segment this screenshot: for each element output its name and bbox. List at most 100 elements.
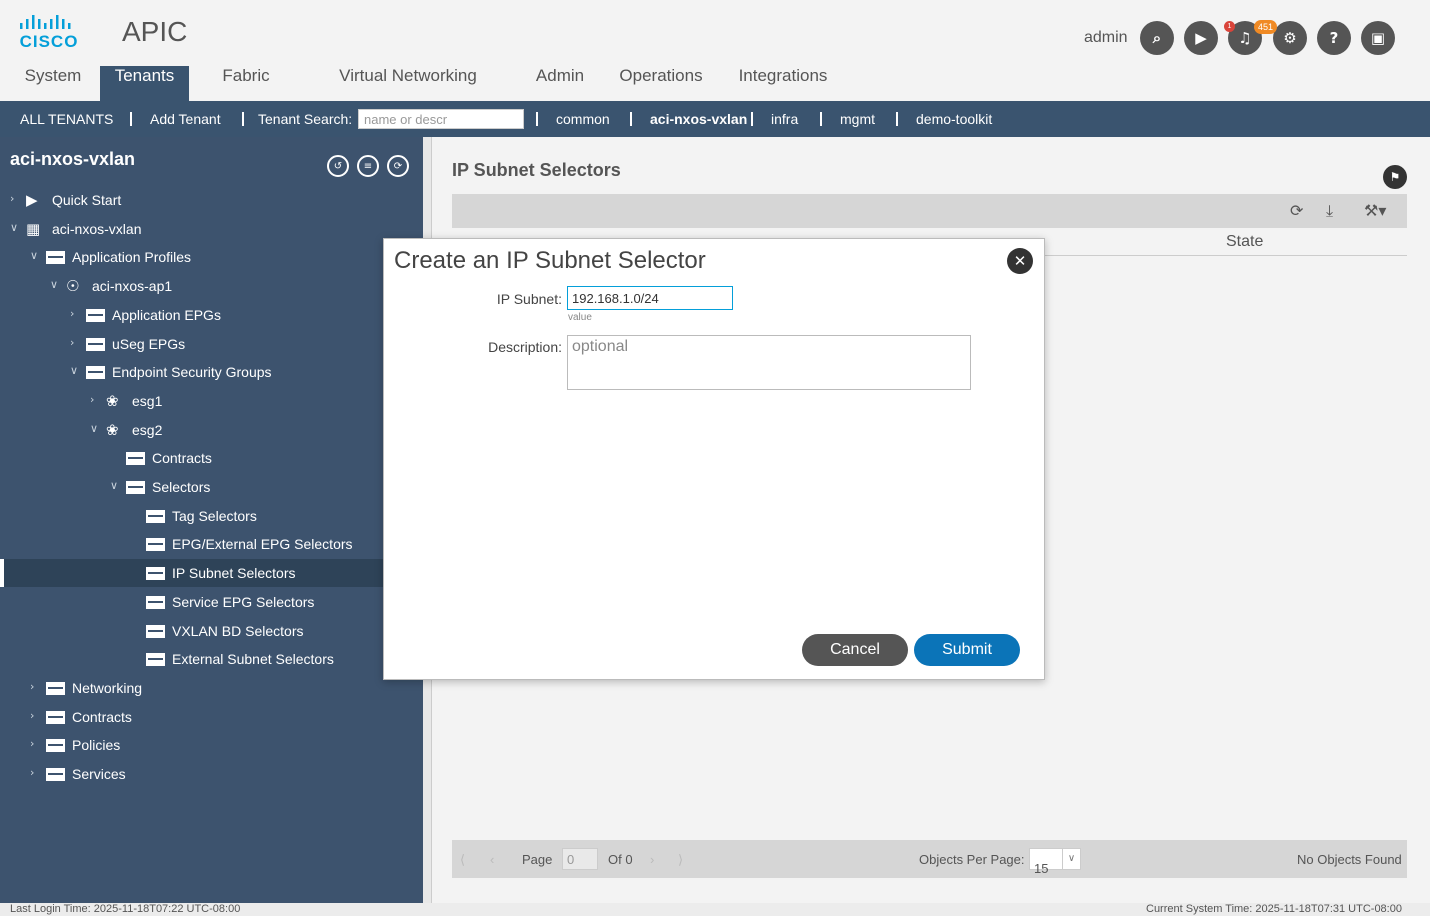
app-title: APIC [122, 16, 188, 47]
screen-icon[interactable]: ▣ [1361, 21, 1395, 55]
tree-item[interactable]: ∨ Application Profiles [0, 243, 383, 271]
tab-admin[interactable]: Admin [520, 66, 600, 101]
tree-item[interactable]: ∨ Endpoint Security Groups [0, 358, 383, 386]
tree-item-label: Endpoint Security Groups [112, 364, 272, 381]
divider [242, 112, 244, 126]
tab-virtual-networking[interactable]: Virtual Networking [318, 66, 498, 101]
tree-item[interactable]: › Services [0, 760, 383, 788]
divider [630, 112, 632, 126]
submit-button[interactable]: Submit [914, 634, 1020, 666]
tree-item[interactable]: ∨ ☉ aci-nxos-ap1 [0, 272, 383, 300]
column-header-state[interactable]: State [1226, 233, 1263, 251]
divider [130, 112, 132, 126]
last-login-time: Last Login Time: 2025-11-18T07:22 UTC-08… [10, 903, 241, 915]
chevron-down-icon[interactable]: ∨ [30, 249, 38, 262]
divider [536, 112, 538, 126]
chevron-right-icon[interactable]: › [30, 680, 34, 693]
next-page-icon[interactable]: › [650, 852, 654, 867]
chevron-right-icon[interactable]: › [30, 709, 34, 722]
create-ip-subnet-selector-dialog: Create an IP Subnet Selector ✕ IP Subnet… [383, 238, 1045, 680]
add-tenant-link[interactable]: Add Tenant [150, 111, 221, 127]
tree-item-label: esg1 [132, 392, 163, 409]
chevron-down-icon[interactable]: ∨ [90, 422, 98, 435]
tenant-link-infra[interactable]: infra [771, 111, 798, 127]
help-icon[interactable]: ? [1317, 21, 1351, 55]
tree-item-label: IP Subnet Selectors [172, 565, 296, 582]
cisco-logo[interactable]: CISCO [18, 14, 80, 52]
tenant-link-demo-toolkit[interactable]: demo-toolkit [916, 111, 992, 127]
tree-item[interactable]: ∨ Selectors [0, 473, 383, 501]
tree-item[interactable]: ∨ ▦ aci-nxos-vxlan [0, 215, 383, 243]
tree-item[interactable]: IP Subnet Selectors [0, 559, 383, 588]
announcement-icon[interactable]: ▶ [1184, 21, 1218, 55]
tenant-link-aci-nxos-vxlan[interactable]: aci-nxos-vxlan [650, 111, 747, 127]
ip-subnet-input[interactable]: 192.168.1.0/24 [567, 286, 733, 310]
settings-icon[interactable]: ⚙ [1273, 21, 1307, 55]
sidebar-history-icon[interactable]: ↺ [327, 155, 349, 177]
bookmark-icon[interactable]: ⚑ [1383, 165, 1407, 189]
chevron-down-icon[interactable]: ∨ [50, 278, 58, 291]
tree-item[interactable]: External Subnet Selectors [0, 645, 383, 673]
tenant-link-common[interactable]: common [556, 111, 610, 127]
chevron-right-icon[interactable]: › [10, 192, 14, 205]
chevron-down-icon[interactable]: ∨ [70, 364, 78, 377]
tree-item[interactable]: ∨ ❀ esg2 [0, 416, 383, 444]
tree-item[interactable]: › Application EPGs [0, 301, 383, 329]
sidebar-refresh-icon[interactable]: ⟳ [387, 155, 409, 177]
tab-operations[interactable]: Operations [608, 66, 714, 101]
description-textarea[interactable]: optional [567, 335, 971, 390]
prev-page-icon[interactable]: ‹ [490, 852, 494, 867]
tools-icon[interactable]: ⚒▾ [1364, 201, 1386, 220]
sidebar-list-icon[interactable]: ≡ [357, 155, 379, 177]
chevron-right-icon[interactable]: › [90, 393, 94, 406]
tree-item[interactable]: EPG/External EPG Selectors [0, 530, 383, 558]
tree-item[interactable]: Contracts [0, 444, 383, 472]
tree-item-label: Application EPGs [112, 306, 221, 323]
current-system-time: Current System Time: 2025-11-18T07:31 UT… [1146, 903, 1402, 915]
user-name[interactable]: admin [1084, 29, 1128, 47]
refresh-icon[interactable]: ⟳ [1290, 201, 1303, 220]
tree-item[interactable]: Service EPG Selectors [0, 588, 383, 616]
tree-item[interactable]: › Networking [0, 674, 383, 702]
tree-item[interactable]: › ❀ esg1 [0, 387, 383, 415]
last-page-icon[interactable]: ⟩ [678, 852, 683, 868]
download-icon[interactable]: ⤓ [1326, 201, 1333, 221]
close-icon[interactable]: ✕ [1007, 248, 1033, 274]
tree-item-label: VXLAN BD Selectors [172, 622, 304, 639]
folder-icon [146, 509, 165, 523]
first-page-icon[interactable]: ⟨ [460, 852, 465, 868]
chevron-down-icon[interactable]: ∨ [1062, 849, 1080, 869]
page-input[interactable]: 0 [562, 848, 598, 870]
chevron-right-icon[interactable]: › [30, 766, 34, 779]
chevron-right-icon[interactable]: › [30, 737, 34, 750]
per-page-select[interactable]: 15 ∨ [1029, 848, 1081, 876]
tab-system[interactable]: System [10, 66, 96, 101]
tree-item[interactable]: › Contracts [0, 703, 383, 731]
tree-item[interactable]: › ▶ Quick Start [0, 186, 383, 214]
tree-item[interactable]: Tag Selectors [0, 502, 383, 530]
tab-fabric[interactable]: Fabric [200, 66, 292, 101]
main-tabs: System Tenants Fabric Virtual Networking Adm… [0, 66, 1430, 101]
tenant-link-mgmt[interactable]: mgmt [840, 111, 875, 127]
divider [820, 112, 822, 126]
tab-tenants[interactable]: Tenants [100, 66, 189, 101]
chevron-down-icon[interactable]: ∨ [110, 479, 118, 492]
tab-integrations[interactable]: Integrations [724, 66, 842, 101]
tree-item[interactable]: › Policies [0, 731, 383, 759]
search-icon[interactable]: ⌕ [1140, 21, 1174, 55]
chevron-right-icon[interactable]: › [70, 336, 74, 349]
tenant-search-input[interactable]: name or descr [358, 109, 524, 129]
tree-item[interactable]: VXLAN BD Selectors [0, 617, 383, 645]
folder-icon [46, 681, 65, 695]
tree-item-label: Tag Selectors [172, 507, 257, 524]
folder-icon [46, 251, 65, 265]
tree-item-label: Services [72, 766, 126, 782]
quick-start-icon: ▶ [26, 191, 38, 209]
all-tenants-link[interactable]: ALL TENANTS [20, 111, 113, 127]
chevron-right-icon[interactable]: › [70, 307, 74, 320]
tree-item-label: External Subnet Selectors [172, 651, 334, 668]
tenant-search-label: Tenant Search: [258, 111, 353, 127]
cancel-button[interactable]: Cancel [802, 634, 908, 666]
chevron-down-icon[interactable]: ∨ [10, 221, 18, 234]
tree-item[interactable]: › uSeg EPGs [0, 330, 383, 358]
